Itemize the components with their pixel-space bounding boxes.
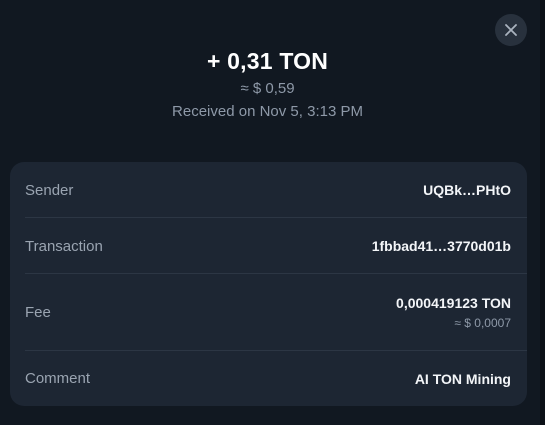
- fee-row: Fee 0,000419123 TON ≈ $ 0,0007: [10, 274, 527, 351]
- fee-label: Fee: [25, 304, 51, 321]
- transaction-label: Transaction: [25, 237, 103, 255]
- fee-amount: 0,000419123 TON: [396, 295, 511, 311]
- transaction-summary: + 0,31 TON ≈ $ 0,59 Received on Nov 5, 3…: [0, 46, 535, 122]
- sender-address[interactable]: UQBk…PHtO: [423, 182, 511, 198]
- transaction-date: Received on Nov 5, 3:13 PM: [172, 103, 363, 120]
- comment-label: Comment: [25, 370, 91, 387]
- transaction-row: Transaction 1fbbad41…3770d01b: [10, 218, 527, 274]
- transaction-details-card: Sender UQBk…PHtO Transaction 1fbbad41…37…: [10, 162, 527, 406]
- transaction-amount: + 0,31 TON: [206, 48, 329, 74]
- close-icon: [504, 23, 518, 37]
- fee-values: 0,000419123 TON ≈ $ 0,0007: [396, 295, 511, 330]
- close-button[interactable]: [495, 14, 527, 46]
- comment-text: AI TON Mining: [414, 370, 511, 387]
- comment-row: Comment AI TON Mining: [10, 351, 527, 406]
- window-edge: [540, 0, 545, 425]
- sender-row: Sender UQBk…PHtO: [10, 162, 527, 218]
- transaction-hash[interactable]: 1fbbad41…3770d01b: [372, 238, 511, 254]
- fee-fiat-amount: ≈ $ 0,0007: [454, 316, 511, 330]
- sender-label: Sender: [25, 181, 74, 199]
- transaction-fiat-amount: ≈ $ 0,59: [240, 80, 295, 97]
